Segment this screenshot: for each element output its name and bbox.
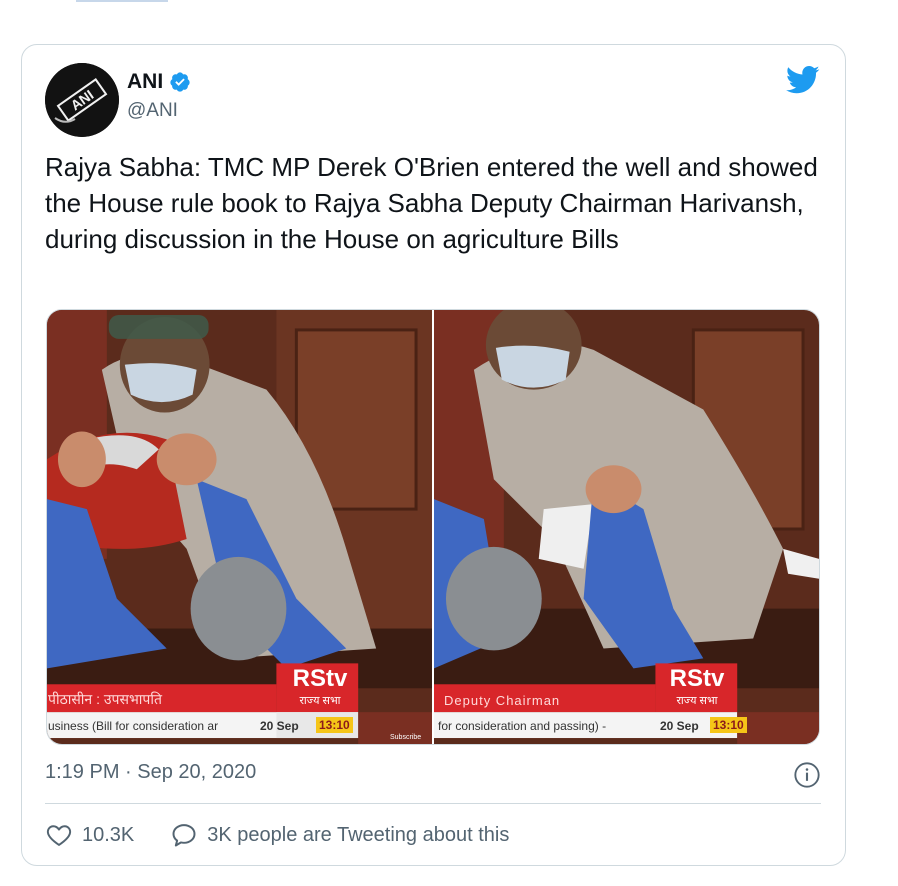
- conversation-label: 3K people are Tweeting about this: [207, 823, 510, 846]
- divider: [45, 803, 821, 804]
- media-scene-left: [47, 310, 432, 744]
- like-action[interactable]: 10.3K: [45, 821, 134, 849]
- info-icon[interactable]: [793, 761, 821, 789]
- conversation-action[interactable]: 3K people are Tweeting about this: [170, 821, 509, 849]
- verified-badge-icon: [170, 72, 190, 92]
- author-display-name[interactable]: ANI: [127, 70, 163, 94]
- tweet-text: Rajya Sabha: TMC MP Derek O'Brien entere…: [45, 152, 818, 254]
- heart-icon: [46, 825, 72, 846]
- speech-bubble-icon: [172, 824, 196, 847]
- tweet-actions: 10.3K 3K people are Tweeting about this: [45, 820, 509, 850]
- author-avatar[interactable]: ANI: [45, 63, 119, 137]
- tweet-timestamp[interactable]: 1:19 PM · Sep 20, 2020: [45, 761, 256, 784]
- like-count: 10.3K: [82, 823, 135, 846]
- media-scene-right: [434, 310, 819, 744]
- author-name-row[interactable]: ANI: [127, 69, 191, 95]
- author-handle[interactable]: @ANI: [127, 100, 178, 122]
- top-rule: [76, 0, 168, 2]
- tweet-media[interactable]: [46, 309, 820, 745]
- media-image-right[interactable]: [434, 310, 819, 744]
- twitter-bird-icon[interactable]: [786, 65, 820, 95]
- media-image-left[interactable]: [47, 310, 432, 744]
- tweet-card[interactable]: ANI ANI @ANI Rajya Sabha: TMC MP Derek O…: [21, 44, 846, 866]
- ani-logo-icon: ANI: [45, 63, 119, 137]
